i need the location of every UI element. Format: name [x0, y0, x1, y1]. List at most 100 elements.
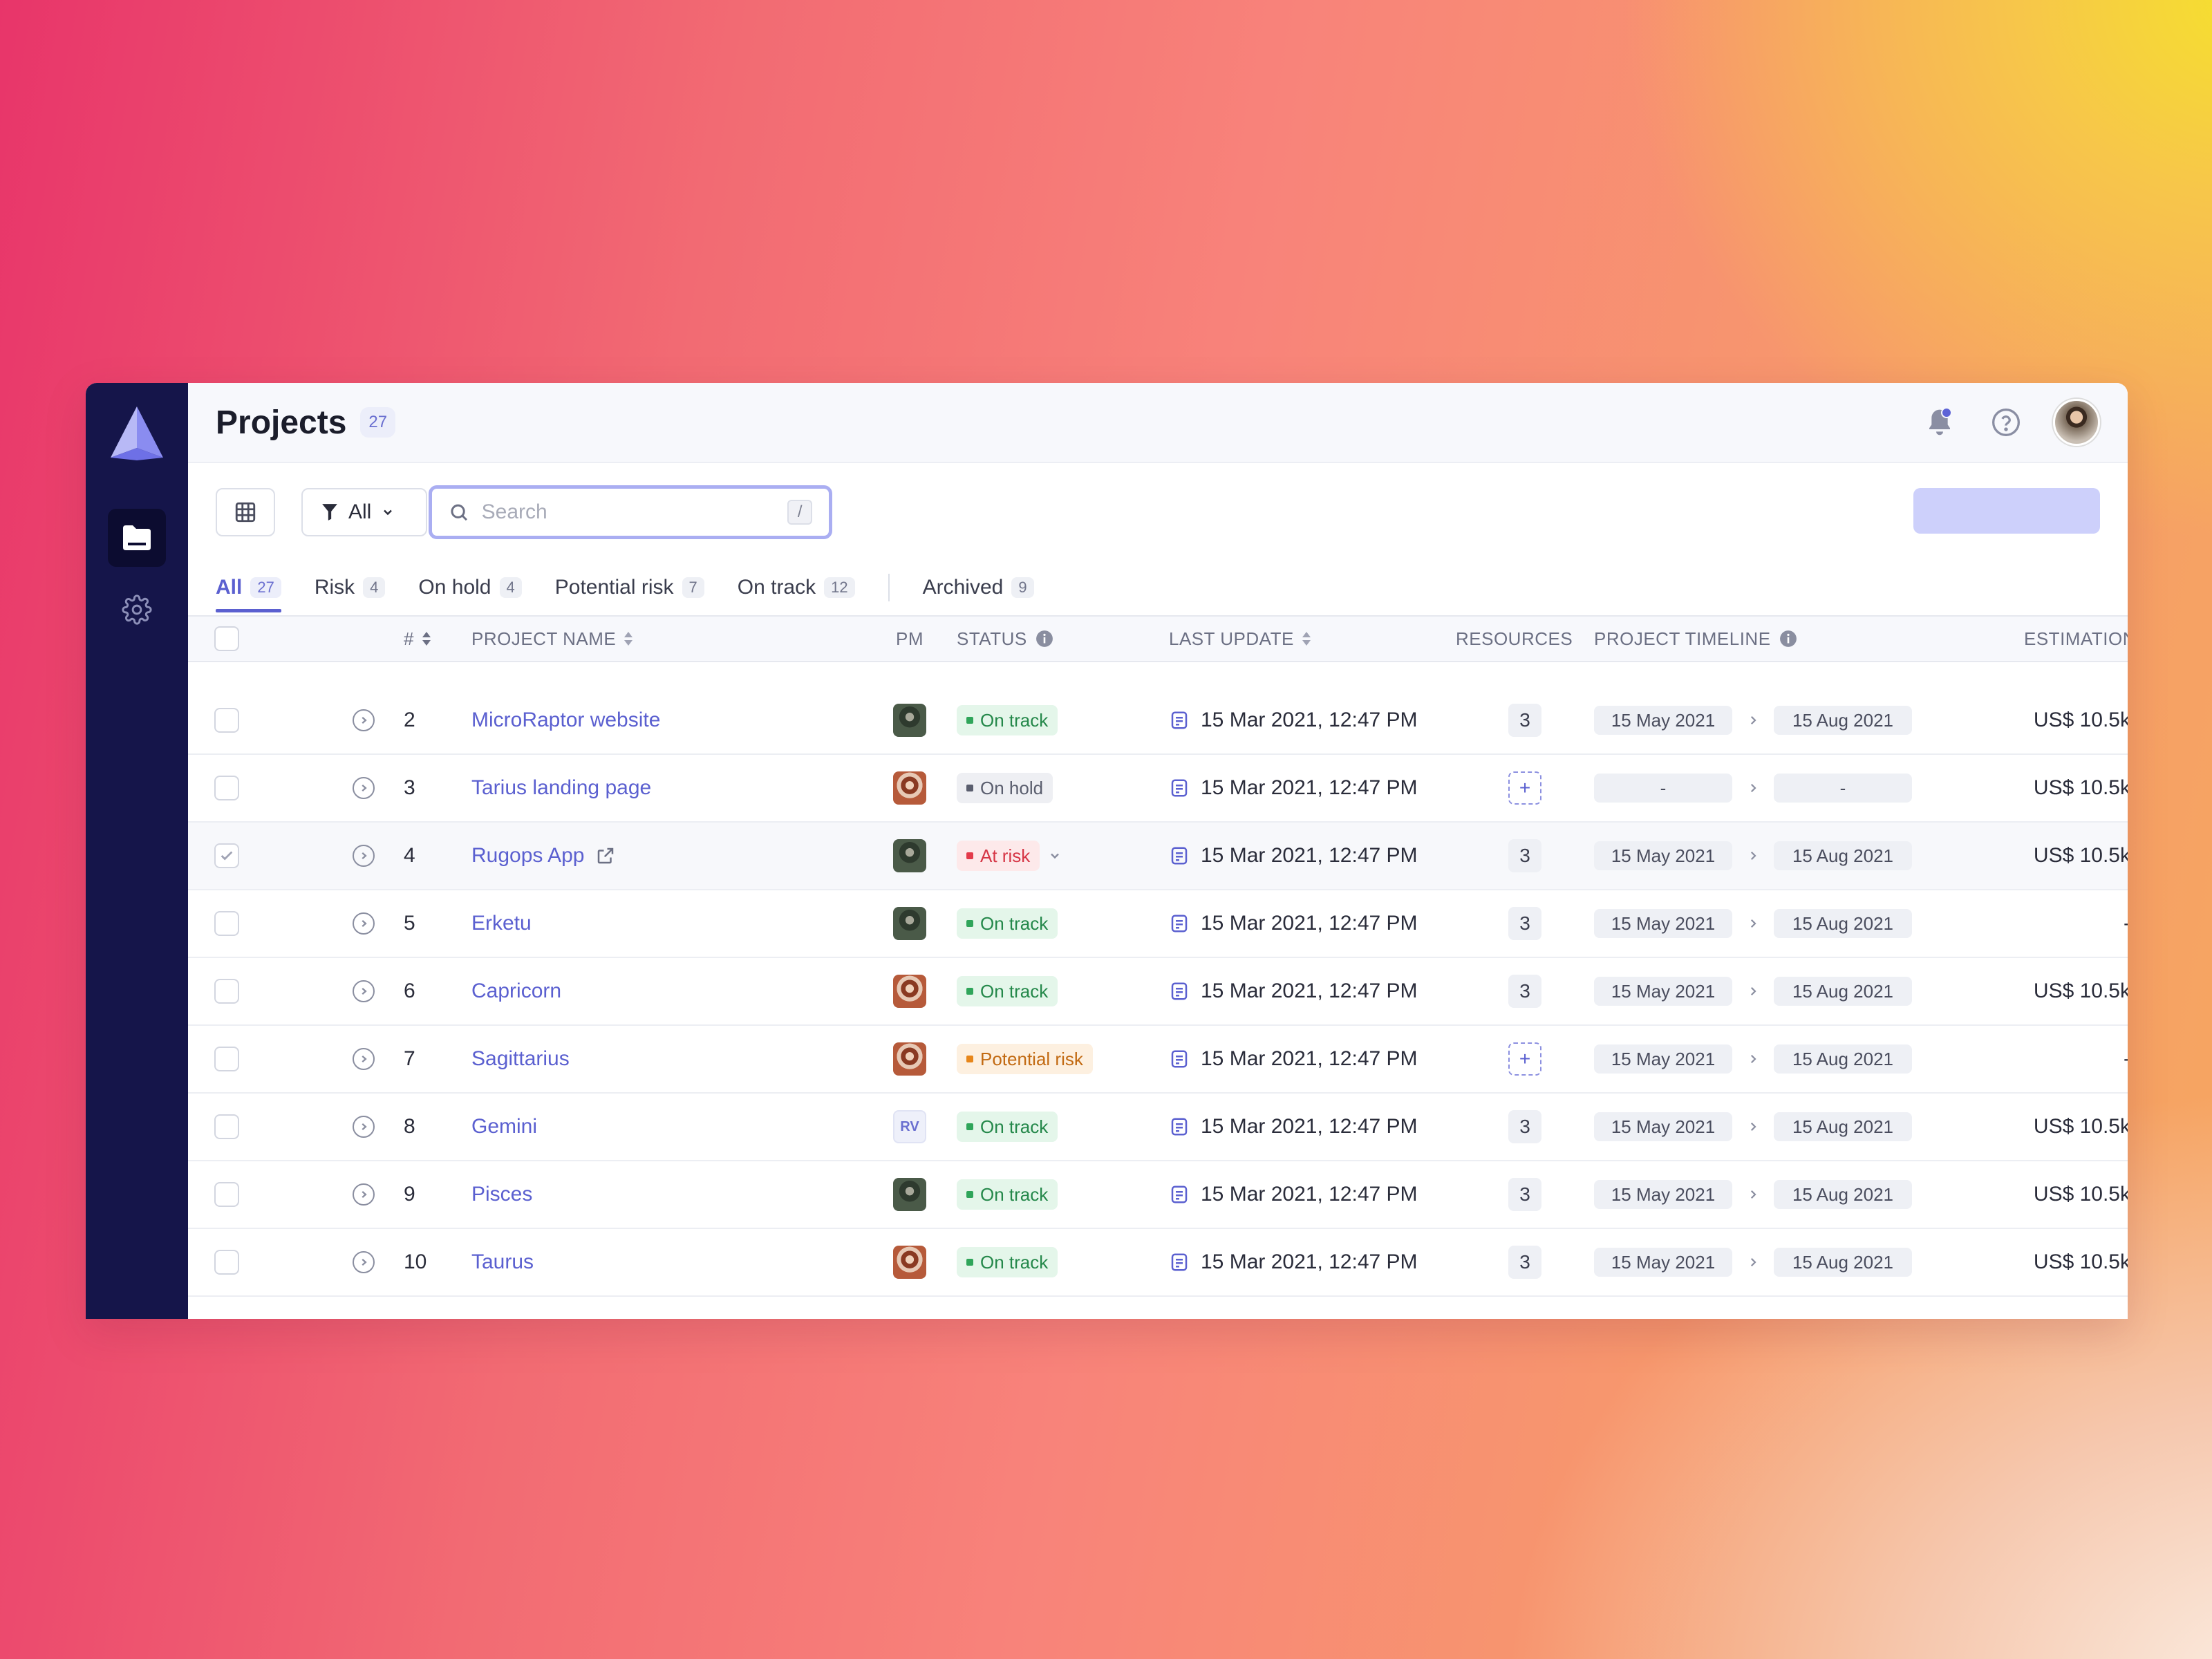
- status-badge[interactable]: On track: [957, 1112, 1058, 1142]
- tab-on-track[interactable]: On track 12: [738, 571, 855, 604]
- tab-potential-risk[interactable]: Potential risk 7: [555, 571, 704, 604]
- end-date[interactable]: 15 Aug 2021: [1774, 1112, 1912, 1141]
- tab-risk[interactable]: Risk 4: [315, 571, 386, 604]
- logo-icon[interactable]: [108, 405, 166, 460]
- project-name-link[interactable]: Gemini: [471, 1115, 537, 1138]
- expand-row-button[interactable]: [353, 1251, 375, 1273]
- external-link-icon[interactable]: [595, 845, 616, 866]
- table-row[interactable]: 5 Erketu On track 15 Mar 2021, 12:47 PM …: [188, 890, 2128, 958]
- end-date[interactable]: 15 Aug 2021: [1774, 1044, 1912, 1074]
- status-badge[interactable]: On track: [957, 1247, 1058, 1277]
- resource-count[interactable]: 3: [1508, 907, 1541, 940]
- status-badge[interactable]: On track: [957, 705, 1058, 735]
- resource-count[interactable]: 3: [1508, 1110, 1541, 1143]
- select-all-checkbox[interactable]: [214, 626, 239, 651]
- pm-avatar[interactable]: [893, 704, 926, 737]
- end-date[interactable]: 15 Aug 2021: [1774, 909, 1912, 938]
- pm-avatar[interactable]: [893, 839, 926, 872]
- expand-row-button[interactable]: [353, 709, 375, 731]
- row-checkbox[interactable]: [214, 911, 239, 936]
- status-badge[interactable]: On track: [957, 976, 1058, 1006]
- row-checkbox[interactable]: [214, 1047, 239, 1071]
- col-project-name[interactable]: PROJECT NAME: [471, 617, 634, 661]
- expand-row-button[interactable]: [353, 980, 375, 1002]
- end-date[interactable]: 15 Aug 2021: [1774, 977, 1912, 1006]
- end-date[interactable]: 15 Aug 2021: [1774, 1180, 1912, 1209]
- project-name-link[interactable]: Erketu: [471, 912, 532, 935]
- status-badge[interactable]: On track: [957, 1179, 1058, 1210]
- notifications-button[interactable]: [1920, 403, 1959, 442]
- start-date[interactable]: 15 May 2021: [1594, 1044, 1732, 1074]
- pm-avatar[interactable]: [893, 1246, 926, 1279]
- row-checkbox[interactable]: [214, 1114, 239, 1139]
- start-date[interactable]: 15 May 2021: [1594, 1112, 1732, 1141]
- expand-row-button[interactable]: [353, 912, 375, 935]
- status-badge[interactable]: Potential risk: [957, 1044, 1093, 1074]
- filter-dropdown[interactable]: All: [301, 488, 427, 536]
- table-row[interactable]: 3 Tarius landing page On hold 15 Mar 202…: [188, 755, 2128, 823]
- expand-row-button[interactable]: [353, 1116, 375, 1138]
- resource-count[interactable]: 3: [1508, 839, 1541, 872]
- start-date[interactable]: 15 May 2021: [1594, 841, 1732, 870]
- tab-archived[interactable]: Archived 9: [923, 571, 1034, 604]
- pm-avatar[interactable]: [893, 1042, 926, 1076]
- resource-count[interactable]: 3: [1508, 704, 1541, 737]
- end-date[interactable]: 15 Aug 2021: [1774, 841, 1912, 870]
- start-date[interactable]: -: [1594, 774, 1732, 803]
- resource-count[interactable]: 3: [1508, 1178, 1541, 1211]
- project-name-link[interactable]: Capricorn: [471, 980, 561, 1003]
- start-date[interactable]: 15 May 2021: [1594, 1180, 1732, 1209]
- user-avatar[interactable]: [2053, 399, 2100, 446]
- end-date[interactable]: 15 Aug 2021: [1774, 706, 1912, 735]
- help-button[interactable]: [1987, 403, 2025, 442]
- row-checkbox[interactable]: [214, 1182, 239, 1207]
- start-date[interactable]: 15 May 2021: [1594, 706, 1732, 735]
- project-name-link[interactable]: Rugops App: [471, 844, 584, 868]
- pm-avatar[interactable]: RV: [893, 1110, 926, 1143]
- resource-count[interactable]: 3: [1508, 975, 1541, 1008]
- col-last-update[interactable]: LAST UPDATE: [1169, 617, 1312, 661]
- start-date[interactable]: 15 May 2021: [1594, 909, 1732, 938]
- project-name-link[interactable]: Tarius landing page: [471, 776, 651, 800]
- table-row[interactable]: 4 Rugops App At risk 15 Mar 2021, 12:47 …: [188, 823, 2128, 890]
- start-date[interactable]: 15 May 2021: [1594, 977, 1732, 1006]
- info-icon[interactable]: [1779, 630, 1797, 648]
- settings-nav-button[interactable]: [108, 581, 166, 639]
- resource-count[interactable]: 3: [1508, 1246, 1541, 1279]
- project-name-link[interactable]: Sagittarius: [471, 1047, 570, 1071]
- pm-avatar[interactable]: [893, 1178, 926, 1211]
- expand-row-button[interactable]: [353, 845, 375, 867]
- info-icon[interactable]: [1035, 630, 1053, 648]
- table-view-button[interactable]: [216, 488, 275, 536]
- row-checkbox[interactable]: [214, 776, 239, 800]
- expand-row-button[interactable]: [353, 1183, 375, 1206]
- status-badge[interactable]: At risk: [957, 841, 1040, 871]
- search-box[interactable]: /: [429, 485, 832, 539]
- pm-avatar[interactable]: [893, 771, 926, 805]
- primary-action-button[interactable]: [1913, 488, 2100, 534]
- chevron-down-icon[interactable]: [1048, 849, 1062, 863]
- expand-row-button[interactable]: [353, 1048, 375, 1070]
- pm-avatar[interactable]: [893, 975, 926, 1008]
- project-name-link[interactable]: MicroRaptor website: [471, 709, 660, 732]
- search-input[interactable]: [481, 500, 776, 524]
- row-checkbox[interactable]: [214, 708, 239, 733]
- end-date[interactable]: 15 Aug 2021: [1774, 1248, 1912, 1277]
- status-badge[interactable]: On hold: [957, 773, 1053, 803]
- add-resource-button[interactable]: +: [1508, 1042, 1541, 1076]
- table-row[interactable]: 8 Gemini RV On track 15 Mar 2021, 12:47 …: [188, 1094, 2128, 1161]
- expand-row-button[interactable]: [353, 777, 375, 799]
- tab-all[interactable]: All 27: [216, 571, 281, 612]
- row-checkbox[interactable]: [214, 1250, 239, 1275]
- projects-nav-button[interactable]: [108, 509, 166, 567]
- table-row[interactable]: 6 Capricorn On track 15 Mar 2021, 12:47 …: [188, 958, 2128, 1026]
- project-name-link[interactable]: Pisces: [471, 1183, 532, 1206]
- tab-on-hold[interactable]: On hold 4: [418, 571, 522, 604]
- row-checkbox[interactable]: [214, 843, 239, 868]
- col-num[interactable]: #: [404, 617, 432, 661]
- add-resource-button[interactable]: +: [1508, 771, 1541, 805]
- pm-avatar[interactable]: [893, 907, 926, 940]
- row-checkbox[interactable]: [214, 979, 239, 1004]
- status-badge[interactable]: On track: [957, 908, 1058, 939]
- table-row[interactable]: 9 Pisces On track 15 Mar 2021, 12:47 PM …: [188, 1161, 2128, 1229]
